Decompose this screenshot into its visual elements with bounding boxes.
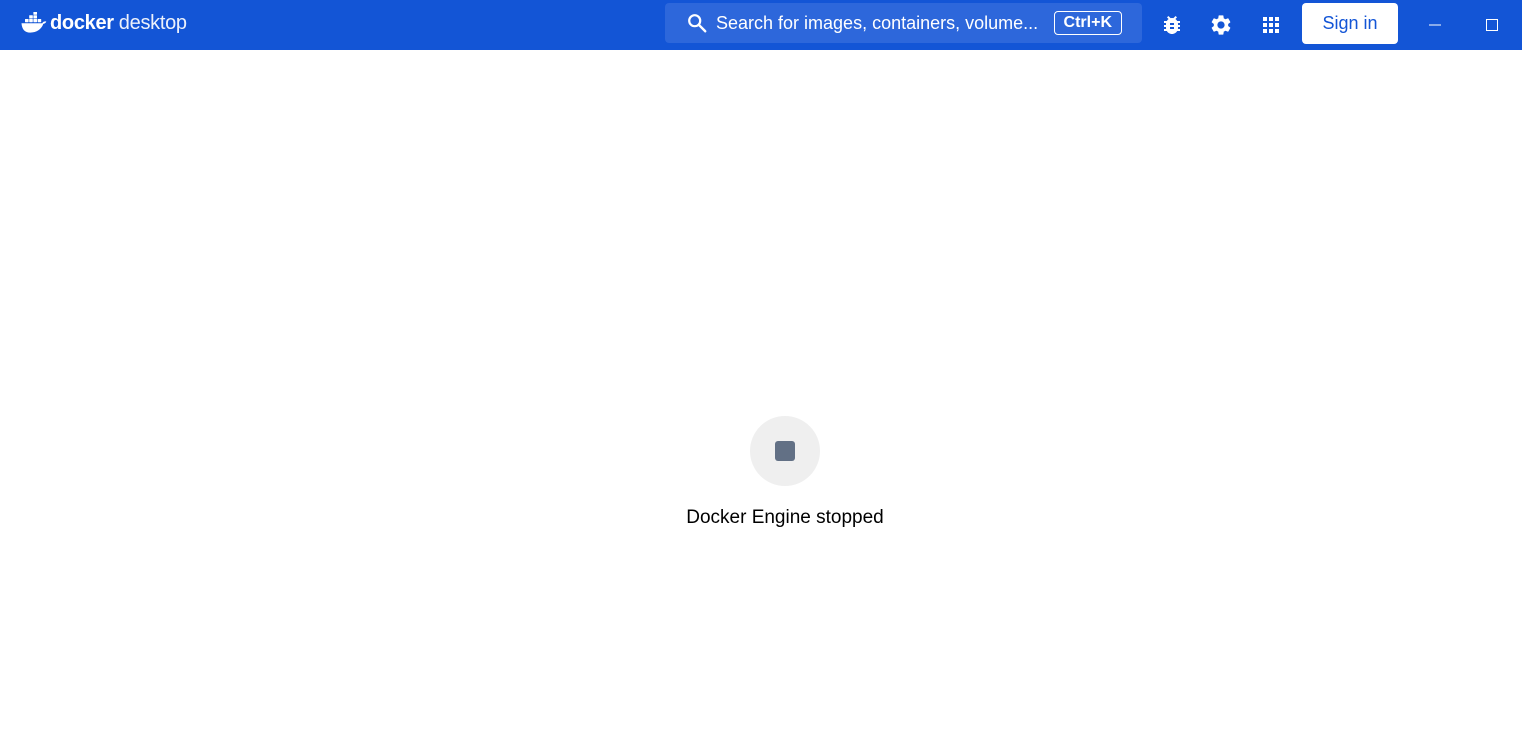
title-bar: docker desktop Search for images, contai… xyxy=(0,0,1522,50)
settings-button[interactable] xyxy=(1207,11,1235,39)
bug-icon xyxy=(1164,16,1180,34)
extensions-grid-button[interactable] xyxy=(1257,11,1285,39)
search-placeholder[interactable]: Search for images, containers, volume... xyxy=(716,13,1043,34)
minimize-window-button[interactable] xyxy=(1410,0,1460,50)
maximize-icon xyxy=(1486,19,1498,31)
engine-status-indicator xyxy=(750,416,820,486)
engine-status-panel: Docker Engine stopped xyxy=(0,50,1522,750)
minimize-icon xyxy=(1429,24,1441,26)
search-shortcut-badge: Ctrl+K xyxy=(1053,11,1122,35)
docker-whale-icon xyxy=(21,12,47,33)
brand-name-desktop: desktop xyxy=(118,12,187,34)
docker-desktop-logo: docker desktop xyxy=(21,10,187,36)
apps-grid-icon xyxy=(1263,17,1279,33)
gear-icon xyxy=(1211,15,1231,35)
sign-in-button[interactable]: Sign in xyxy=(1302,3,1398,44)
engine-status-text: Docker Engine stopped xyxy=(686,507,884,528)
stop-icon xyxy=(775,441,795,461)
search-bar[interactable]: Search for images, containers, volume...… xyxy=(665,3,1142,43)
search-icon xyxy=(688,14,707,33)
maximize-window-button[interactable] xyxy=(1467,0,1517,50)
brand-name-docker: docker xyxy=(50,12,114,34)
troubleshoot-button[interactable] xyxy=(1158,11,1186,39)
